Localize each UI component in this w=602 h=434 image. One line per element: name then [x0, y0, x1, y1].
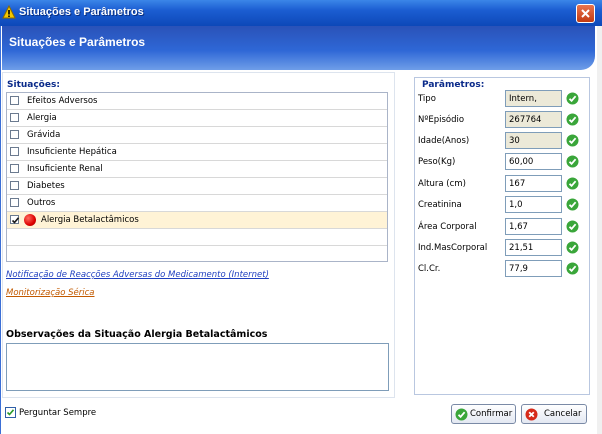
situacao-row-alergia[interactable]: Alergia: [7, 110, 387, 127]
situacao-row-empty: [7, 229, 387, 246]
param-label-creatinina: Creatinina: [418, 200, 462, 210]
param-label-cl-cr: Cl.Cr.: [418, 264, 441, 274]
cancelar-button[interactable]: Cancelar: [521, 404, 587, 424]
close-button[interactable]: [576, 4, 595, 23]
param-input-ind-mas-corporal[interactable]: 21,51: [505, 239, 562, 256]
situacao-label: Alergia Betalactâmicos: [41, 215, 139, 225]
param-input-cl-cr[interactable]: 77,9: [505, 260, 562, 277]
param-label-episodio: NºEpisódio: [418, 115, 465, 125]
situacao-checkbox[interactable]: [10, 130, 19, 139]
window-edge: [597, 26, 602, 434]
confirm-check-icon: [455, 408, 468, 421]
observacoes-textarea[interactable]: [6, 343, 389, 391]
situacao-label: Alergia: [27, 113, 57, 123]
situacao-checkbox[interactable]: [10, 181, 19, 190]
dialog-header: Situações e Parâmetros: [2, 26, 595, 70]
check-ok-icon: [566, 113, 579, 126]
cancelar-label: Cancelar: [544, 409, 582, 419]
situacao-label: Outros: [27, 198, 56, 208]
checkmark-icon: [6, 409, 15, 416]
parametros-heading: Parâmetros:: [422, 80, 485, 90]
situacao-row-empty: [7, 246, 387, 261]
observacoes-title: Observações da Situação Alergia Betalact…: [6, 329, 268, 340]
check-ok-icon: [566, 220, 579, 233]
param-label-altura: Altura (cm): [418, 179, 466, 189]
param-label-tipo: Tipo: [418, 94, 436, 104]
title-bar: Situações e Parâmetros: [0, 0, 602, 26]
perguntar-sempre-checkbox[interactable]: [5, 407, 16, 418]
situacao-row-alergia-betalactamicos[interactable]: Alergia Betalactâmicos: [7, 212, 387, 229]
dialog-header-title: Situações e Parâmetros: [9, 35, 146, 49]
param-label-idade: Idade(Anos): [418, 136, 470, 146]
close-icon: [581, 9, 590, 18]
situacao-label: Efeitos Adversos: [27, 96, 98, 106]
window-title: Situações e Parâmetros: [19, 6, 144, 18]
check-ok-icon: [566, 155, 579, 168]
situacao-checkbox[interactable]: [10, 164, 19, 173]
confirmar-button[interactable]: Confirmar: [451, 404, 516, 424]
situacoes-list: Efeitos Adversos Alergia Grávida Insufic…: [6, 92, 388, 262]
alert-red-dot-icon: [24, 214, 36, 226]
perguntar-sempre-label[interactable]: Perguntar Sempre: [19, 408, 96, 418]
situacao-checkbox[interactable]: [10, 147, 19, 156]
check-ok-icon: [566, 134, 579, 147]
param-input-altura[interactable]: 167: [505, 175, 562, 192]
param-label-peso: Peso(Kg): [418, 157, 456, 167]
situacoes-heading: Situações:: [7, 80, 60, 90]
situacao-row-insuficiente-hepatica[interactable]: Insuficiente Hepática: [7, 144, 387, 161]
situacao-row-gravida[interactable]: Grávida: [7, 127, 387, 144]
cancel-x-icon: [525, 408, 538, 421]
checkmark-icon: [11, 217, 20, 224]
param-input-tipo[interactable]: Intern,: [505, 90, 562, 107]
situacao-row-efeitos-adversos[interactable]: Efeitos Adversos: [7, 93, 387, 110]
situacao-row-outros[interactable]: Outros: [7, 195, 387, 212]
warning-icon: [2, 5, 16, 19]
check-ok-icon: [566, 241, 579, 254]
situacao-label: Grávida: [27, 130, 61, 140]
situacao-row-insuficiente-renal[interactable]: Insuficiente Renal: [7, 161, 387, 178]
check-ok-icon: [566, 92, 579, 105]
situacao-checkbox[interactable]: [10, 96, 19, 105]
param-label-area-corporal: Área Corporal: [418, 222, 477, 232]
param-input-area-corporal[interactable]: 1,67: [505, 218, 562, 235]
param-input-episodio[interactable]: 267764: [505, 111, 562, 128]
situacao-label: Insuficiente Hepática: [27, 147, 117, 157]
check-ok-icon: [566, 198, 579, 211]
monitorizacao-link[interactable]: Monitorização Sérica: [6, 288, 95, 298]
situacao-checkbox[interactable]: [10, 113, 19, 122]
situacao-label: Insuficiente Renal: [27, 164, 103, 174]
situacao-row-diabetes[interactable]: Diabetes: [7, 178, 387, 195]
notificacao-link[interactable]: Notificação de Reacções Adversas do Medi…: [6, 270, 269, 280]
param-input-creatinina[interactable]: 1,0: [505, 196, 562, 213]
check-ok-icon: [566, 262, 579, 275]
check-ok-icon: [566, 177, 579, 190]
situacao-label: Diabetes: [27, 181, 65, 191]
situacao-checkbox-checked[interactable]: [10, 215, 20, 224]
param-label-ind-mas-corporal: Ind.MasCorporal: [418, 243, 488, 253]
situacao-checkbox[interactable]: [10, 198, 19, 207]
confirmar-label: Confirmar: [470, 409, 513, 419]
param-input-idade[interactable]: 30: [505, 132, 562, 149]
param-input-peso[interactable]: 60,00: [505, 153, 562, 170]
